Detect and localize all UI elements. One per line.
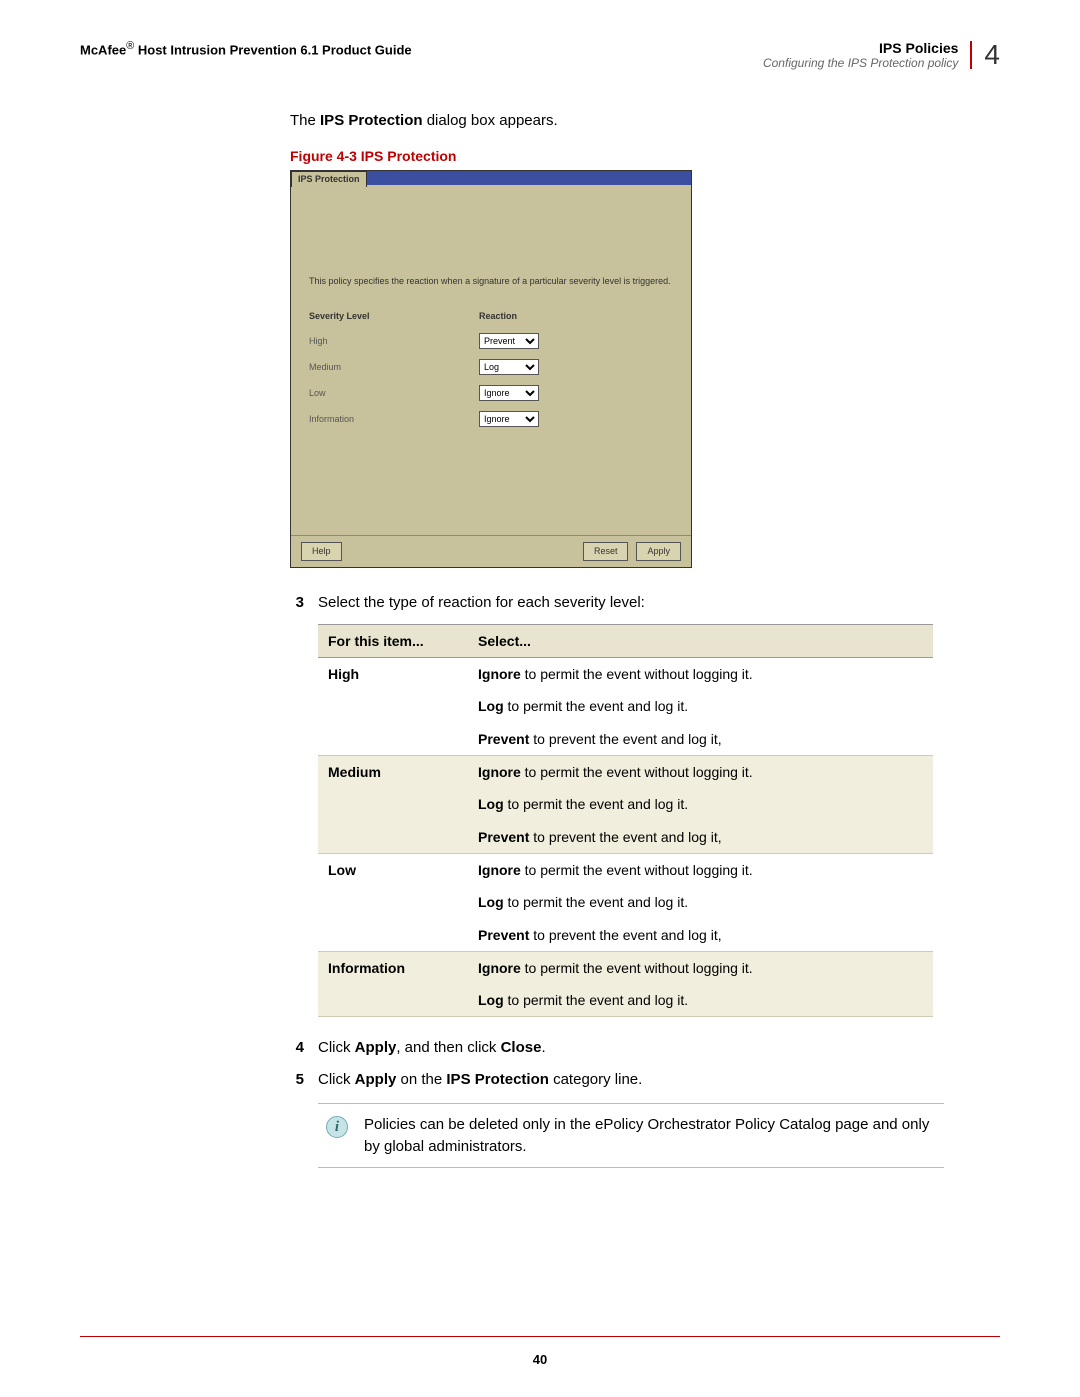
page-header: McAfee® Host Intrusion Prevention 6.1 Pr… <box>80 40 1000 70</box>
intro-text: The IPS Protection dialog box appears. <box>290 110 1000 132</box>
table-item-label: Medium <box>318 756 468 789</box>
table-header-select: Select... <box>468 624 933 657</box>
reaction-info-select[interactable]: Ignore <box>479 411 539 427</box>
table-row: Log to permit the event and log it. <box>318 984 933 1017</box>
col-reaction: Reaction <box>479 310 517 323</box>
dialog-tabbar: IPS Protection <box>291 171 691 185</box>
info-icon: i <box>326 1116 348 1138</box>
step-3-text: Select the type of reaction for each sev… <box>318 592 1000 614</box>
table-row: MediumIgnore to permit the event without… <box>318 756 933 789</box>
table-header-item: For this item... <box>318 624 468 657</box>
note-text: Policies can be deleted only in the ePol… <box>364 1114 936 1158</box>
step-3-number: 3 <box>290 592 304 614</box>
reaction-medium-select[interactable]: Log <box>479 359 539 375</box>
chapter-number: 4 <box>970 41 1000 69</box>
reset-button[interactable]: Reset <box>583 542 629 561</box>
help-button[interactable]: Help <box>301 542 342 561</box>
table-option-text: Log to permit the event and log it. <box>468 886 933 918</box>
table-row: Prevent to prevent the event and log it, <box>318 821 933 854</box>
table-row: Prevent to prevent the event and log it, <box>318 723 933 756</box>
table-option-text: Prevent to prevent the event and log it, <box>468 723 933 756</box>
table-option-text: Ignore to permit the event without loggi… <box>468 853 933 886</box>
guide-title: Host Intrusion Prevention 6.1 Product Gu… <box>138 42 412 57</box>
table-row: Prevent to prevent the event and log it, <box>318 919 933 952</box>
ips-protection-dialog: IPS Protection This policy specifies the… <box>290 170 692 568</box>
table-option-text: Ignore to permit the event without loggi… <box>468 951 933 984</box>
table-option-text: Log to permit the event and log it. <box>468 984 933 1017</box>
table-row: Log to permit the event and log it. <box>318 886 933 918</box>
note-box: i Policies can be deleted only in the eP… <box>318 1103 944 1169</box>
step-5-number: 5 <box>290 1069 304 1091</box>
table-row: Log to permit the event and log it. <box>318 690 933 722</box>
table-row: InformationIgnore to permit the event wi… <box>318 951 933 984</box>
table-row: Log to permit the event and log it. <box>318 788 933 820</box>
header-left: McAfee® Host Intrusion Prevention 6.1 Pr… <box>80 40 412 57</box>
dialog-description: This policy specifies the reaction when … <box>309 275 673 288</box>
figure-caption: Figure 4-3 IPS Protection <box>290 146 1000 166</box>
reaction-table: For this item... Select... HighIgnore to… <box>318 624 933 1018</box>
apply-button[interactable]: Apply <box>636 542 681 561</box>
page-number: 40 <box>0 1352 1080 1367</box>
dialog-column-headers: Severity Level Reaction <box>309 310 673 323</box>
step-4-text: Click Apply, and then click Close. <box>318 1037 1000 1059</box>
brand-name: McAfee <box>80 42 126 57</box>
section-subtitle: Configuring the IPS Protection policy <box>763 56 958 70</box>
reaction-low-select[interactable]: Ignore <box>479 385 539 401</box>
reaction-high-select[interactable]: Prevent <box>479 333 539 349</box>
table-option-text: Prevent to prevent the event and log it, <box>468 821 933 854</box>
step-4-number: 4 <box>290 1037 304 1059</box>
header-right: IPS Policies Configuring the IPS Protect… <box>763 40 1000 70</box>
table-row: HighIgnore to permit the event without l… <box>318 658 933 691</box>
table-option-text: Prevent to prevent the event and log it, <box>468 919 933 952</box>
reg-mark: ® <box>126 40 134 52</box>
table-option-text: Ignore to permit the event without loggi… <box>468 756 933 789</box>
table-option-text: Log to permit the event and log it. <box>468 788 933 820</box>
table-item-label: Low <box>318 853 468 886</box>
severity-info-label: Information <box>309 413 479 426</box>
severity-high-label: High <box>309 335 479 348</box>
severity-low-label: Low <box>309 387 479 400</box>
table-option-text: Ignore to permit the event without loggi… <box>468 658 933 691</box>
footer-rule <box>80 1336 1000 1337</box>
dialog-tab-label[interactable]: IPS Protection <box>291 171 367 187</box>
table-option-text: Log to permit the event and log it. <box>468 690 933 722</box>
table-item-label: Information <box>318 951 468 984</box>
severity-medium-label: Medium <box>309 361 479 374</box>
section-title: IPS Policies <box>879 40 958 56</box>
col-severity: Severity Level <box>309 310 479 323</box>
step-5-text: Click Apply on the IPS Protection catego… <box>318 1069 1000 1091</box>
table-row: LowIgnore to permit the event without lo… <box>318 853 933 886</box>
table-item-label: High <box>318 658 468 691</box>
